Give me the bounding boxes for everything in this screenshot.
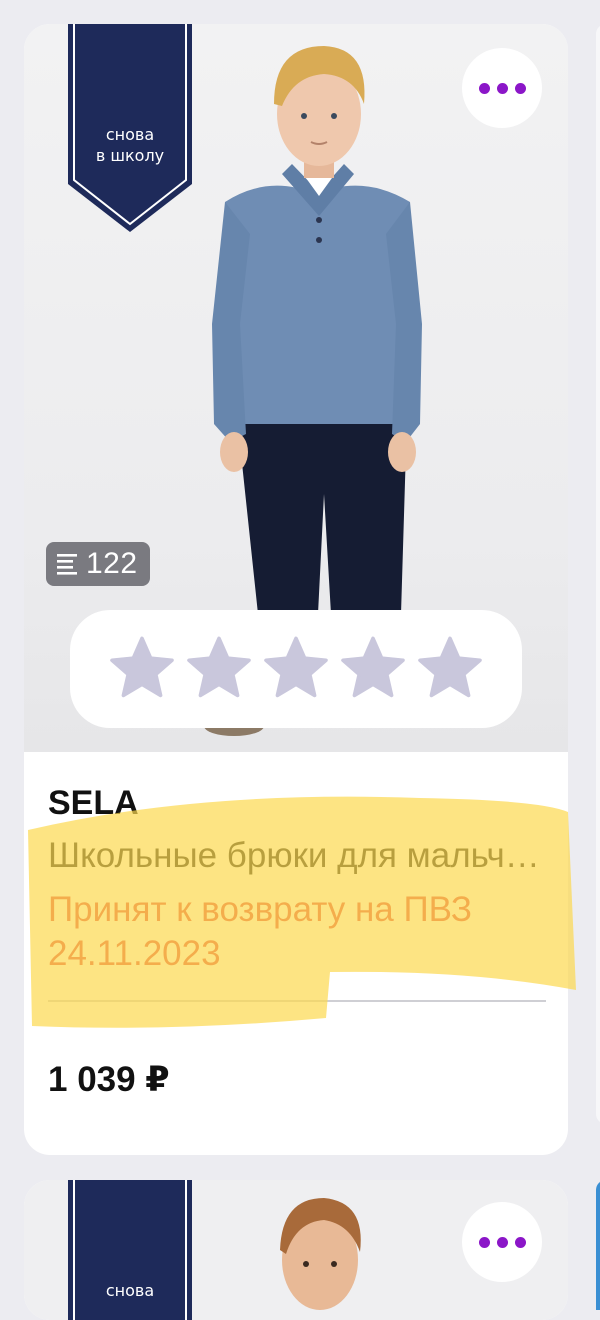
next-product-card[interactable]: снова — [24, 1180, 568, 1320]
divider — [48, 1000, 546, 1002]
order-status: Принят к возврату на ПВЗ 24.11.2023 — [48, 890, 472, 973]
reviews-count-badge[interactable]: 122 — [46, 542, 150, 586]
next-product-photo[interactable]: снова — [24, 1180, 568, 1320]
more-dots-icon — [496, 82, 508, 94]
reviews-count: 122 — [86, 547, 138, 580]
star-icon[interactable] — [182, 633, 256, 705]
star-icon[interactable] — [336, 633, 410, 705]
more-dots-icon — [478, 1236, 490, 1248]
product-brand: SELA — [48, 784, 139, 822]
product-title[interactable]: Школьные брюки для мальчика — [48, 836, 554, 876]
product-card[interactable]: снова в школу 122 SELA Школьные брюки дл… — [24, 24, 568, 1155]
more-dots-icon — [514, 1236, 526, 1248]
adjacent-card-edge — [596, 24, 600, 1124]
star-icon[interactable] — [259, 633, 333, 705]
product-price: 1 039 ₽ — [48, 1060, 170, 1099]
more-options-button[interactable] — [462, 1202, 542, 1282]
more-dots-icon — [496, 1236, 508, 1248]
star-icon[interactable] — [105, 633, 179, 705]
product-photo[interactable]: снова в школу 122 — [24, 24, 568, 752]
star-icon[interactable] — [413, 633, 487, 705]
more-dots-icon — [514, 82, 526, 94]
more-options-button[interactable] — [462, 48, 542, 128]
rating-stars[interactable] — [70, 610, 522, 728]
more-dots-icon — [478, 82, 490, 94]
list-icon — [57, 554, 77, 575]
adjacent-card-edge — [596, 1180, 600, 1310]
ribbon-label: снова в школу — [95, 125, 165, 165]
